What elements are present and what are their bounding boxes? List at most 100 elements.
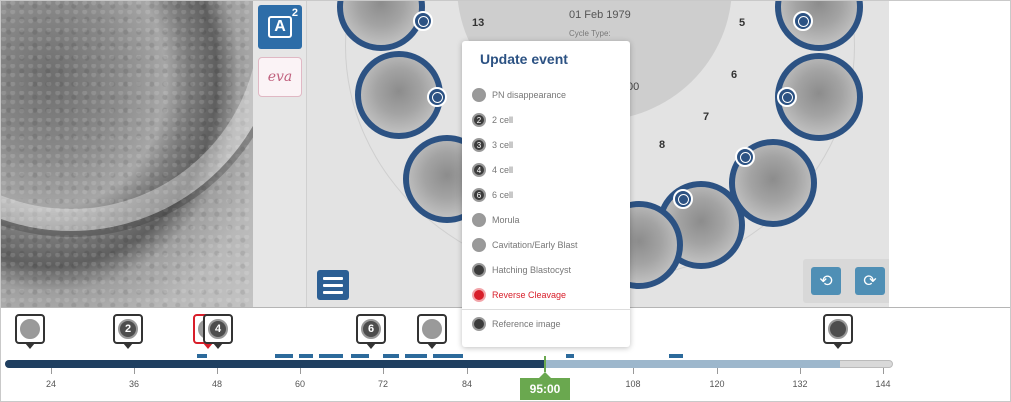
tick-label: 84 bbox=[461, 379, 472, 389]
tick bbox=[467, 368, 468, 374]
playhead-time[interactable]: 95:00 bbox=[520, 372, 570, 400]
menu-item-reference-image[interactable]: Reference image bbox=[472, 313, 622, 335]
menu-item-label: 3 cell bbox=[492, 140, 514, 150]
menu-item-3-cell[interactable]: 3 3 cell bbox=[472, 134, 622, 156]
reverse-cleavage-icon bbox=[472, 288, 486, 302]
annotation-letter: A bbox=[268, 16, 292, 38]
well-select-icon[interactable] bbox=[735, 147, 755, 167]
tick-label: 72 bbox=[377, 379, 388, 389]
embryo-viewer-app: A 2 eva |> 01 Feb 1979 Cycle Type: 00 13… bbox=[0, 0, 1011, 402]
rotate-right-button[interactable]: ⟳ bbox=[855, 267, 885, 295]
tick-label: 48 bbox=[211, 379, 222, 389]
menu-item-morula[interactable]: Morula bbox=[472, 209, 622, 231]
menu-item-label: Morula bbox=[492, 215, 520, 225]
tick bbox=[633, 368, 634, 374]
four-cell-icon: 4 bbox=[208, 319, 228, 339]
tick bbox=[717, 368, 718, 374]
popup-divider bbox=[462, 309, 630, 310]
list-icon-line bbox=[323, 290, 343, 294]
tick-label: 120 bbox=[709, 379, 725, 389]
menu-item-hatching-blastocyst[interactable]: Hatching Blastocyst bbox=[472, 259, 622, 281]
right-empty-panel bbox=[889, 1, 1010, 307]
tick-label: 132 bbox=[792, 379, 808, 389]
timeline-segment bbox=[299, 354, 313, 358]
timeline-segment bbox=[383, 354, 399, 358]
timeline-event-marker[interactable]: 2 bbox=[113, 314, 143, 349]
tick-label: 24 bbox=[45, 379, 56, 389]
tick bbox=[883, 368, 884, 374]
annotation-button[interactable]: A 2 bbox=[258, 5, 302, 49]
tick bbox=[800, 368, 801, 374]
menu-item-label: PN disappearance bbox=[492, 90, 567, 100]
menu-item-4-cell[interactable]: 4 4 cell bbox=[472, 159, 622, 181]
timeline-event-marker[interactable] bbox=[823, 314, 853, 349]
four-cell-icon: 4 bbox=[472, 163, 486, 177]
menu-item-6-cell[interactable]: 6 6 cell bbox=[472, 184, 622, 206]
timeline-segment bbox=[351, 354, 369, 358]
tick bbox=[134, 368, 135, 374]
timeline-segment bbox=[319, 354, 343, 358]
well-number: 6 bbox=[731, 69, 738, 81]
well-select-icon[interactable] bbox=[673, 189, 693, 209]
morula-icon bbox=[472, 213, 486, 227]
timeline-segment bbox=[405, 354, 427, 358]
morula-icon bbox=[422, 319, 442, 339]
timeline-event-marker[interactable] bbox=[417, 314, 447, 349]
dish-cycle-type: Cycle Type: bbox=[569, 29, 611, 38]
menu-item-cavitation[interactable]: Cavitation/Early Blast bbox=[472, 234, 622, 256]
menu-item-2-cell[interactable]: 2 2 cell bbox=[472, 109, 622, 131]
well-select-icon[interactable] bbox=[413, 11, 433, 31]
eva-logo: eva bbox=[258, 57, 302, 97]
well-select-icon[interactable] bbox=[793, 11, 813, 31]
embryo-microscope-image bbox=[1, 1, 253, 307]
dish-date: 01 Feb 1979 bbox=[569, 9, 631, 21]
timeline-event-marker[interactable]: 6 bbox=[356, 314, 386, 349]
well-number: 5 bbox=[739, 17, 746, 29]
timeline-event-marker[interactable] bbox=[15, 314, 45, 349]
list-icon-line bbox=[323, 283, 343, 287]
well-select-icon[interactable] bbox=[427, 87, 447, 107]
menu-item-label: 6 cell bbox=[492, 190, 514, 200]
tick bbox=[51, 368, 52, 374]
tick-label: 108 bbox=[625, 379, 641, 389]
update-event-popup: Update event PN disappearance 2 2 cell 3… bbox=[462, 41, 630, 347]
popup-title: Update event bbox=[480, 51, 568, 67]
annotation-count: 2 bbox=[291, 7, 298, 19]
tick-label: 36 bbox=[128, 379, 139, 389]
pn-icon bbox=[20, 319, 40, 339]
tick bbox=[300, 368, 301, 374]
two-cell-icon: 2 bbox=[472, 113, 486, 127]
menu-item-label: Reverse Cleavage bbox=[492, 290, 567, 300]
hatching-icon bbox=[472, 263, 486, 277]
rotate-left-button[interactable]: ⟲ bbox=[811, 267, 841, 295]
tick-label: 144 bbox=[875, 379, 891, 389]
well-select-icon[interactable] bbox=[777, 87, 797, 107]
pn-icon bbox=[472, 88, 486, 102]
list-view-button[interactable] bbox=[317, 270, 349, 300]
well-number: 13 bbox=[472, 17, 485, 29]
tick bbox=[383, 368, 384, 374]
eva-logo-text: eva bbox=[267, 69, 293, 85]
two-cell-icon: 2 bbox=[118, 319, 138, 339]
menu-item-reverse-cleavage[interactable]: Reverse Cleavage bbox=[472, 284, 622, 306]
camera-icon bbox=[472, 317, 486, 331]
menu-item-pn-disappearance[interactable]: PN disappearance bbox=[472, 84, 622, 106]
menu-item-label: Cavitation/Early Blast bbox=[492, 240, 578, 250]
tool-strip: A 2 eva bbox=[253, 1, 307, 307]
timeline-segment bbox=[669, 354, 683, 358]
tick bbox=[217, 368, 218, 374]
menu-item-label: 2 cell bbox=[492, 115, 514, 125]
blast-icon bbox=[472, 238, 486, 252]
rotation-controls: ⟲ ⟳ bbox=[803, 259, 893, 303]
timeline-track-played bbox=[5, 360, 545, 368]
well-number: 7 bbox=[703, 111, 710, 123]
menu-item-label: Hatching Blastocyst bbox=[492, 265, 572, 275]
menu-item-label: 4 cell bbox=[492, 165, 514, 175]
timeline-segment bbox=[275, 354, 293, 358]
timeline-event-marker[interactable]: 4 bbox=[203, 314, 233, 349]
six-cell-icon: 6 bbox=[472, 188, 486, 202]
playhead-line[interactable] bbox=[544, 356, 546, 372]
tick-label: 60 bbox=[294, 379, 305, 389]
list-icon-line bbox=[323, 276, 343, 280]
timeline-track-buffered bbox=[545, 360, 840, 368]
